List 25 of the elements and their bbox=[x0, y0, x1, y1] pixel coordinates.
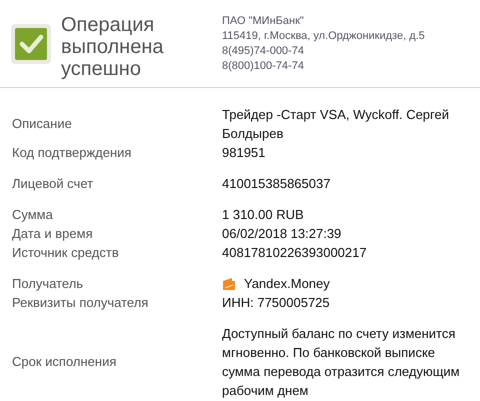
field-label: Срок исполнения bbox=[12, 353, 118, 371]
field-label: Код подтверждения bbox=[12, 144, 132, 162]
field-label: Источник средств bbox=[12, 244, 120, 262]
wallet-icon bbox=[222, 276, 236, 290]
status-title: Операция выполнена успешно bbox=[61, 14, 165, 80]
field-value: Трейдер -Старт VSA, Wyckoff. Сергей Болдырев bbox=[222, 106, 450, 143]
field-value: 40817810226393000217 bbox=[222, 244, 367, 262]
field-value: 981951 bbox=[222, 144, 266, 162]
field-value: 06/02/2018 13:27:39 bbox=[222, 225, 342, 243]
bank-info-line: 8(495)74-000-74 bbox=[222, 44, 305, 59]
field-value: 410015385865037 bbox=[222, 175, 330, 193]
field-label: Реквизиты получателя bbox=[12, 294, 150, 312]
field-value: ИНН: 7750005725 bbox=[222, 294, 330, 312]
field-value: 1 310.00 RUB bbox=[222, 206, 304, 224]
bank-info-line: 8(800)100-74-74 bbox=[222, 59, 305, 74]
bank-info-line: ПАО "МИнБанк" bbox=[222, 14, 305, 29]
bank-info-line: 115419, г.Москва, ул.Орджоникидзе, д.5 bbox=[222, 29, 425, 44]
field-label: Сумма bbox=[12, 206, 54, 224]
field-label: Получатель bbox=[12, 274, 84, 292]
field-value: Yandex.Money bbox=[244, 275, 330, 293]
field-label: Лицевой счет bbox=[12, 174, 94, 192]
checkmark-icon bbox=[11, 24, 51, 64]
field-label: Дата и время bbox=[12, 224, 94, 242]
field-label: Описание bbox=[12, 115, 73, 133]
field-value: Доступный баланс по счету изменится мгновенно. По банковской выписке сумма перевода отразится следующим рабочим днем bbox=[222, 325, 461, 400]
